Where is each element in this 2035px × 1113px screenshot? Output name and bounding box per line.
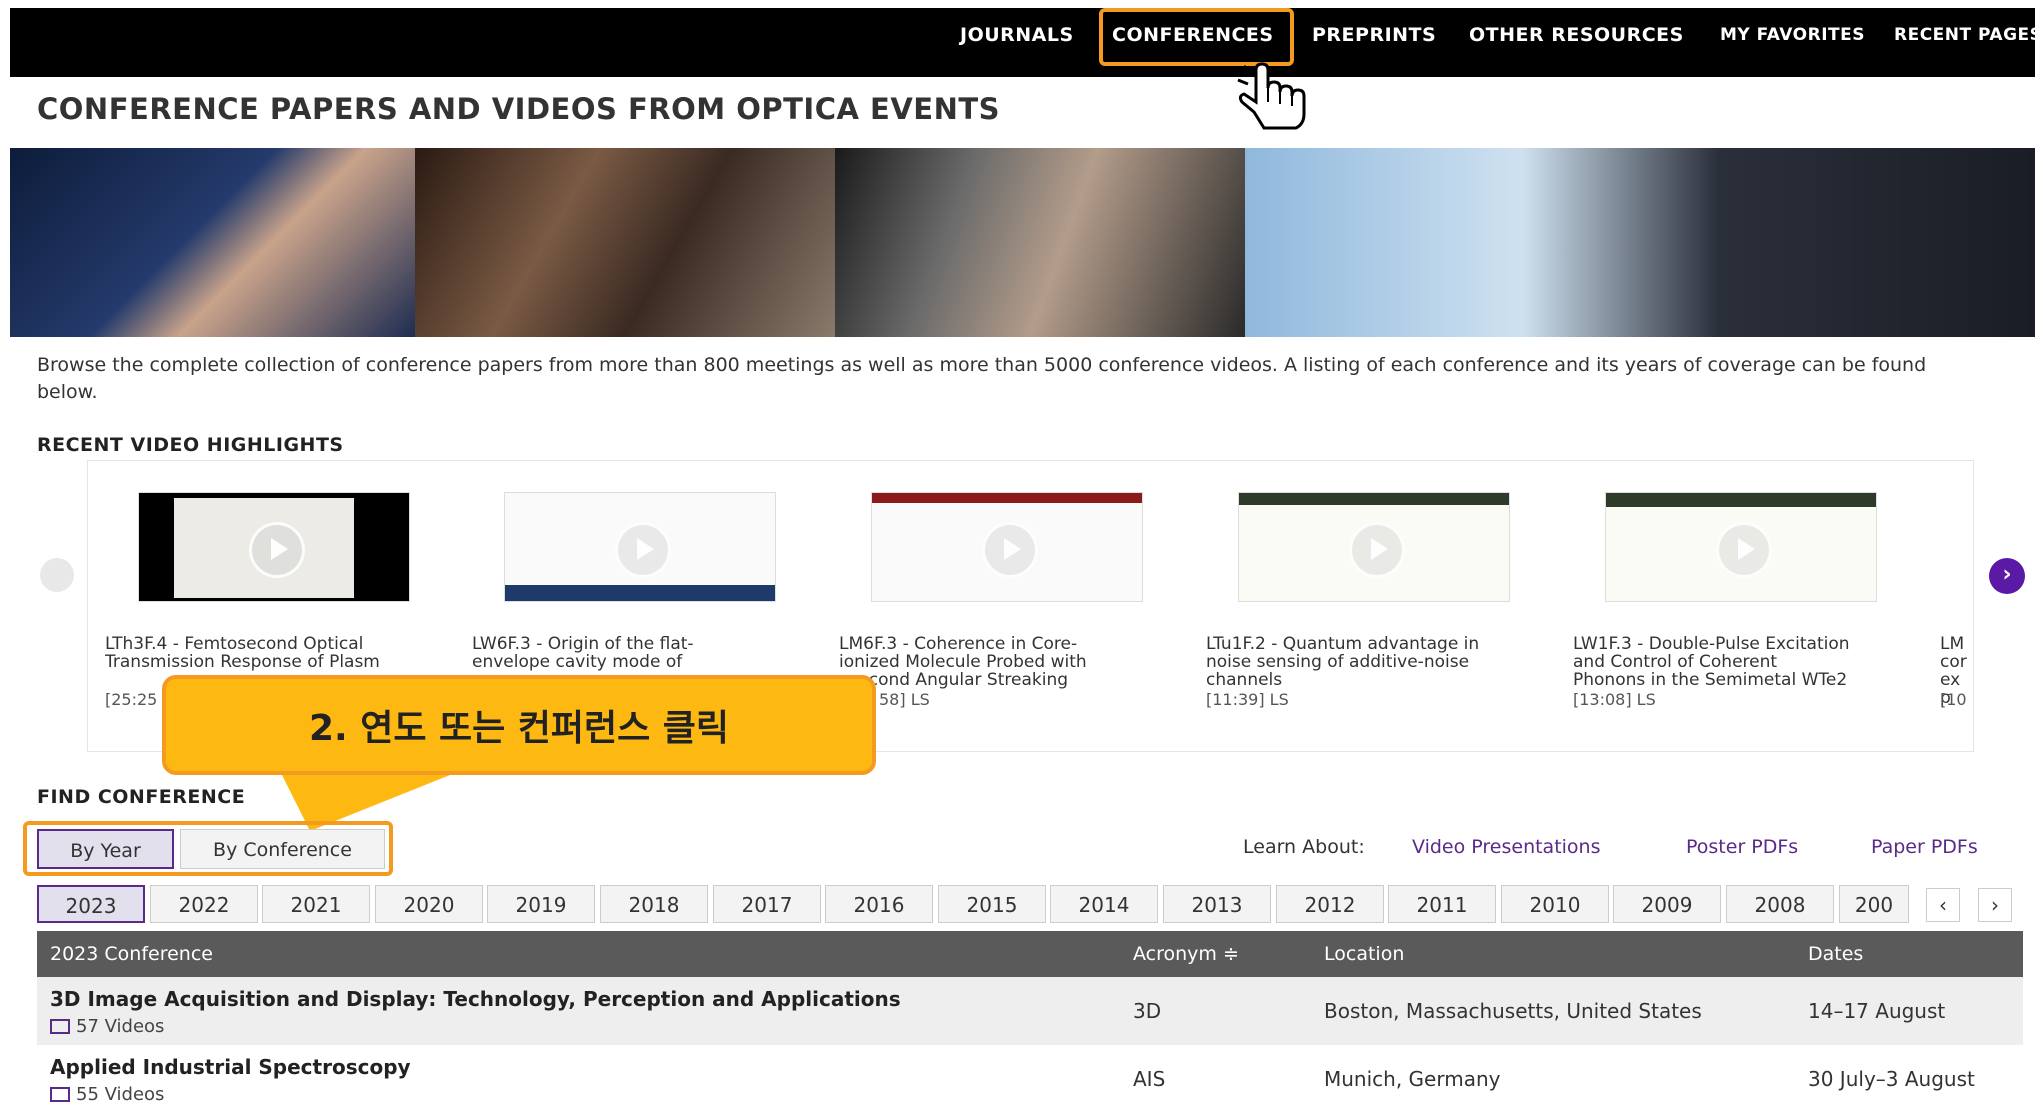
learn-about-label: Learn About: [1243,836,1365,858]
video-meta: [10 [1940,690,1967,709]
find-conference-heading: FIND CONFERENCE [37,786,246,808]
video-count-label: 55 Videos [76,1084,165,1105]
video-thumbnail[interactable] [138,492,410,602]
dates-cell: 30 July–3 August [1808,1067,1975,1091]
hero-banner-image [10,148,2035,337]
nav-other-resources[interactable]: OTHER RESOURCES [1469,14,1684,56]
header-acronym[interactable]: Acronym ≑ [1133,931,1239,977]
year-tab-2008[interactable]: 2008 [1726,885,1834,923]
video-count-label: 57 Videos [76,1016,165,1037]
link-paper-pdfs[interactable]: Paper PDFs [1871,836,1978,858]
video-title[interactable]: LM6F.3 - Coherence in Core-ionized Molec… [839,635,1119,689]
carousel-prev-button[interactable] [40,558,74,592]
play-icon [249,522,305,578]
acronym-cell: 3D [1133,999,1162,1023]
video-meta: [13:08] LS [1573,690,1656,709]
by-conference-button[interactable]: By Conference [180,829,385,869]
year-tab-2018[interactable]: 2018 [600,885,708,923]
header-location: Location [1324,943,1405,965]
video-count[interactable]: 55 Videos [50,1084,164,1105]
year-tab-2013[interactable]: 2013 [1163,885,1271,923]
year-tab-2019[interactable]: 2019 [487,885,595,923]
link-video-presentations[interactable]: Video Presentations [1412,836,1601,858]
nav-my-favorites[interactable]: MY FAVORITES [1720,14,1865,56]
link-poster-pdfs[interactable]: Poster PDFs [1686,836,1798,858]
conference-name-link[interactable]: Applied Industrial Spectroscopy [50,1055,411,1079]
location-cell: Munich, Germany [1324,1067,1501,1091]
year-tab-2023[interactable]: 2023 [37,885,145,923]
play-icon [1349,522,1405,578]
nav-recent-pages[interactable]: RECENT PAGES [1894,14,2035,56]
video-icon [50,1018,70,1034]
table-row[interactable]: Applied Industrial Spectroscopy 55 Video… [37,1045,2023,1113]
video-thumbnail[interactable] [1605,492,1877,602]
conference-table-header: 2023 Conference Acronym ≑ Location Dates [37,931,2023,977]
years-prev-button[interactable]: ‹ [1926,888,1960,922]
page-title: CONFERENCE PAPERS AND VIDEOS FROM OPTICA… [37,92,1001,126]
callout-text: 2. 연도 또는 컨퍼런스 클릭 [308,708,730,749]
nav-journals[interactable]: JOURNALS [960,14,1074,56]
video-title[interactable]: LW6F.3 - Origin of the flat-envelope cav… [472,635,752,671]
year-tab-2012[interactable]: 2012 [1276,885,1384,923]
recent-video-highlights-heading: RECENT VIDEO HIGHLIGHTS [37,434,344,456]
year-tab-2010[interactable]: 2010 [1501,885,1609,923]
video-thumbnail[interactable] [1238,492,1510,602]
table-row[interactable]: 3D Image Acquisition and Display: Techno… [37,977,2023,1045]
video-title[interactable]: LW1F.3 - Double-Pulse Excitation and Con… [1573,635,1853,689]
year-tab-2022[interactable]: 2022 [150,885,258,923]
dates-cell: 14–17 August [1808,999,1946,1023]
years-next-button[interactable]: › [1978,888,2012,922]
carousel-next-button[interactable]: › [1989,558,2025,594]
year-tab-2014[interactable]: 2014 [1050,885,1158,923]
play-icon [982,522,1038,578]
conference-name-link[interactable]: 3D Image Acquisition and Display: Techno… [50,987,901,1011]
year-tab-2016[interactable]: 2016 [825,885,933,923]
year-tab-200[interactable]: 200 [1839,885,1909,923]
year-tab-2009[interactable]: 2009 [1613,885,1721,923]
intro-text: Browse the complete collection of confer… [37,354,1927,403]
instruction-callout: 2. 연도 또는 컨퍼런스 클릭 [162,675,876,775]
video-thumbnail[interactable] [504,492,776,602]
video-meta: 58] LS [879,690,930,709]
by-year-button[interactable]: By Year [37,829,174,869]
video-count[interactable]: 57 Videos [50,1016,164,1037]
video-icon [50,1086,70,1102]
year-tab-2017[interactable]: 2017 [713,885,821,923]
play-icon [1716,522,1772,578]
year-tab-2015[interactable]: 2015 [938,885,1046,923]
video-card[interactable]: LM cor exp [10 [1940,492,1972,712]
year-tab-2021[interactable]: 2021 [262,885,370,923]
nav-preprints[interactable]: PREPRINTS [1312,14,1436,56]
highlight-box-conferences [1099,8,1294,66]
header-dates: Dates [1808,943,1864,965]
video-meta: [25:25 [105,690,158,709]
year-tab-2020[interactable]: 2020 [375,885,483,923]
location-cell: Boston, Massachusetts, United States [1324,999,1702,1023]
play-icon [615,522,671,578]
header-conference: 2023 Conference [50,943,213,965]
hand-cursor-icon [1237,62,1306,130]
video-thumbnail[interactable] [871,492,1143,602]
video-title[interactable]: LTu1F.2 - Quantum advantage in noise sen… [1206,635,1486,689]
year-tab-2011[interactable]: 2011 [1388,885,1496,923]
acronym-cell: AIS [1133,1067,1166,1091]
video-meta: [11:39] LS [1206,690,1289,709]
video-title[interactable]: LTh3F.4 - Femtosecond Optical Transmissi… [105,635,385,671]
